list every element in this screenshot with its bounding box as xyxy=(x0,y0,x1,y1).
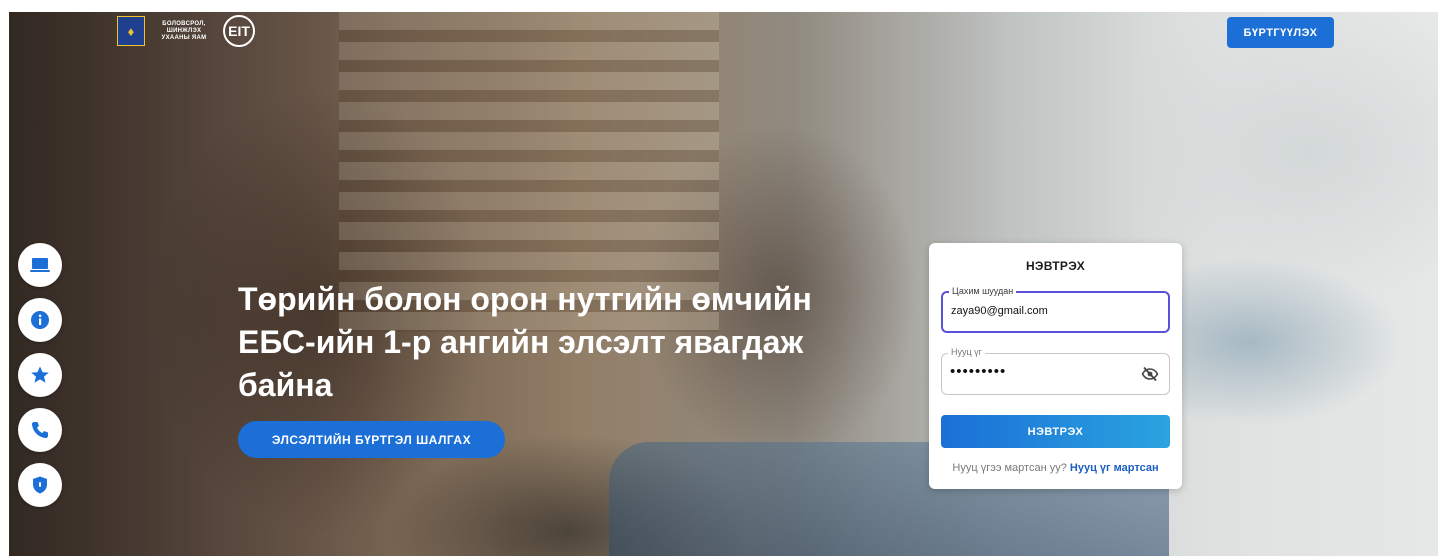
email-field[interactable]: Цахим шуудан zaya90@gmail.com xyxy=(941,286,1170,333)
eye-off-icon[interactable] xyxy=(1141,365,1159,383)
logo-group[interactable]: ♦ БОЛОВСРОЛ, ШИНЖЛЭХ УХААНЫ ЯАМ EIT xyxy=(117,15,299,47)
check-registration-button[interactable]: ЭЛСЭЛТИЙН БҮРТГЭЛ ШАЛГАХ xyxy=(238,421,505,458)
login-title: НЭВТРЭХ xyxy=(1025,259,1086,273)
shield-icon xyxy=(33,476,47,494)
password-value[interactable]: ••••••••• xyxy=(950,363,1006,380)
password-label: Нууц үг xyxy=(948,347,985,357)
forgot-password-link[interactable]: Нууц үг мартсан xyxy=(1070,462,1159,474)
email-value[interactable]: zaya90@gmail.com xyxy=(951,305,1048,317)
star-icon xyxy=(31,366,49,383)
forgot-question: Нууц үгээ мартсан уу? xyxy=(952,462,1067,474)
phone-icon xyxy=(32,422,48,438)
side-btn-phone[interactable] xyxy=(18,408,62,452)
ministry-emblem-icon: ♦ xyxy=(117,16,145,46)
side-btn-laptop[interactable] xyxy=(18,243,62,287)
email-label: Цахим шуудан xyxy=(949,286,1017,296)
password-field[interactable]: Нууц үг ••••••••• xyxy=(941,347,1170,395)
laptop-icon xyxy=(30,258,50,272)
login-submit-button[interactable]: НЭВТРЭХ xyxy=(941,415,1170,448)
forgot-password-row: Нууц үгээ мартсан уу? Нууц үг мартсан xyxy=(929,462,1182,474)
login-card: НЭВТРЭХ Цахим шуудан zaya90@gmail.com Ну… xyxy=(929,243,1182,489)
side-menu xyxy=(18,243,62,507)
side-btn-shield[interactable] xyxy=(18,463,62,507)
hero-headline: Төрийн болон орон нутгийн өмчийн ЕБС-ийн… xyxy=(238,281,812,403)
register-button[interactable]: БҮРТГҮҮЛЭХ xyxy=(1227,17,1334,48)
eit-logo: EIT xyxy=(223,15,255,47)
info-icon xyxy=(31,311,49,329)
side-btn-info[interactable] xyxy=(18,298,62,342)
side-btn-star[interactable] xyxy=(18,353,62,397)
ministry-name: БОЛОВСРОЛ, ШИНЖЛЭХ УХААНЫ ЯАМ xyxy=(161,20,207,41)
